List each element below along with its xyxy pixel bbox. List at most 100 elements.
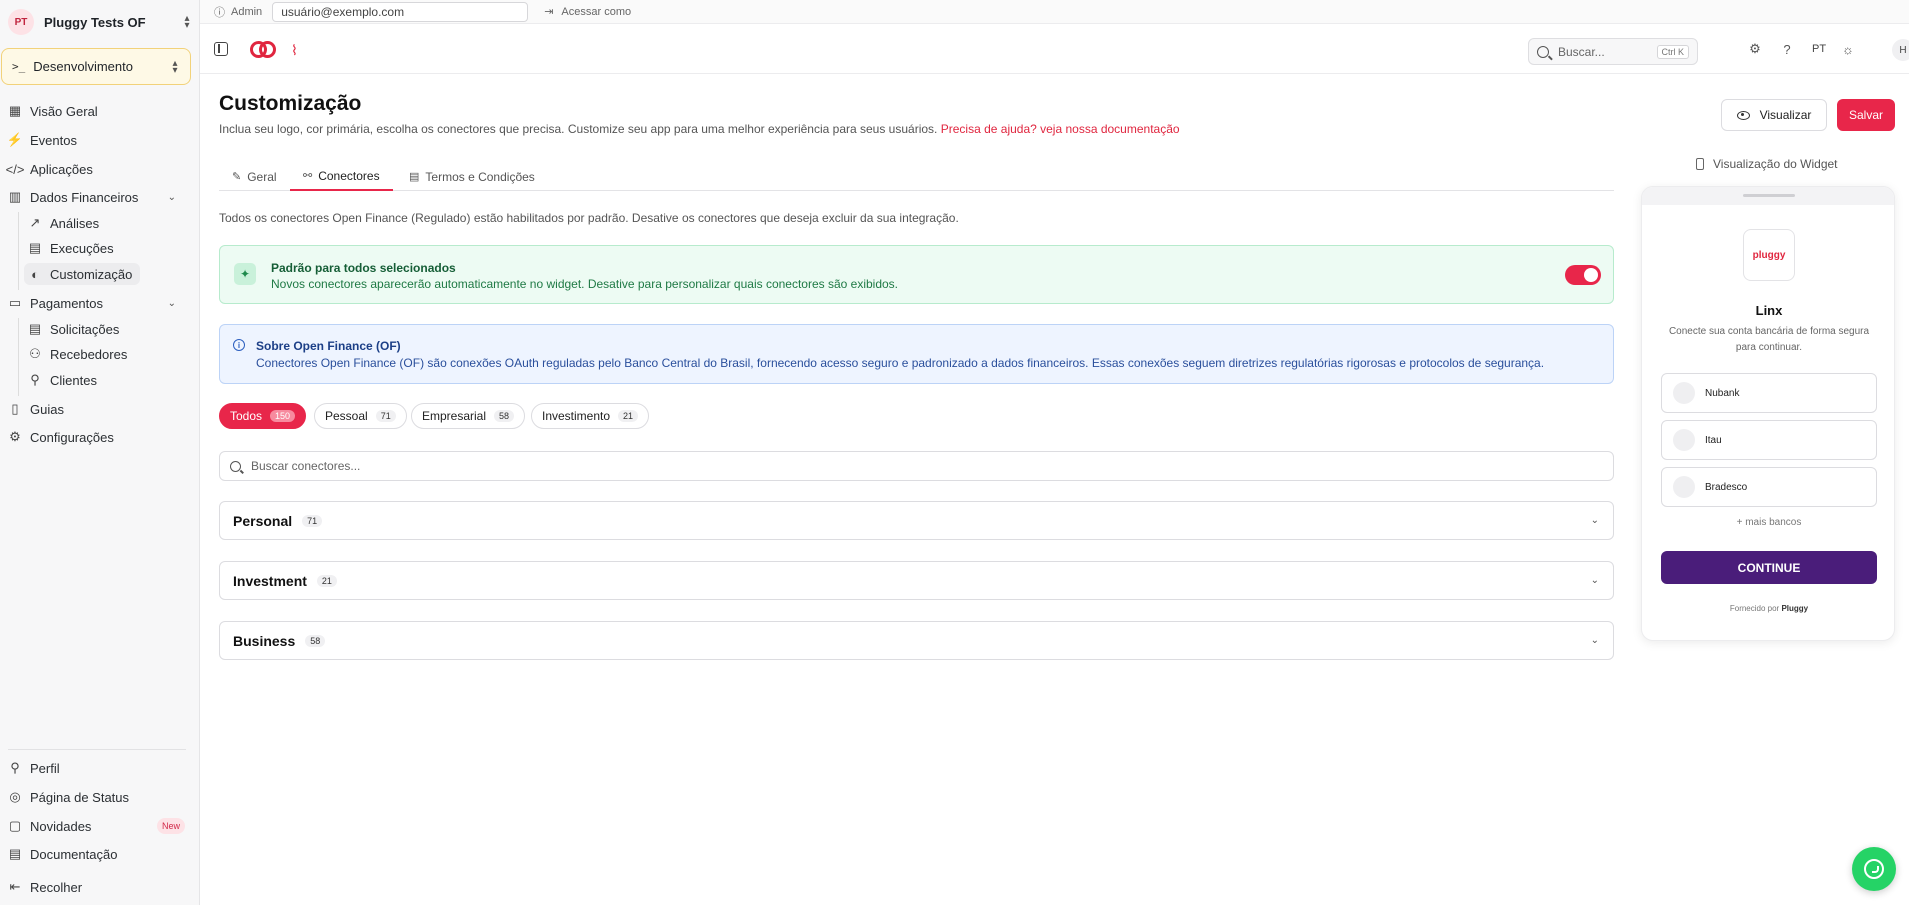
sidebar-item-visao-geral[interactable]: ▦ Visão Geral <box>8 100 98 122</box>
tab-geral[interactable]: ✎ Geral <box>232 162 277 191</box>
filter-label: Todos <box>230 409 263 423</box>
sun-icon[interactable]: ☼ <box>1841 42 1855 57</box>
filter-pessoal[interactable]: Pessoal 71 <box>314 403 407 429</box>
language-switcher[interactable]: PT <box>1812 43 1826 55</box>
open-finance-info-card: i Sobre Open Finance (OF) Conectores Ope… <box>219 324 1614 384</box>
sparkles-icon: ✦ <box>234 263 256 285</box>
widget-description: Conecte sua conta bancária de forma segu… <box>1668 326 1870 353</box>
widget-preview-label: Visualização do Widget <box>1696 157 1838 171</box>
search-shortcut: Ctrl K <box>1656 44 1689 59</box>
group-investment[interactable]: Investment 21 ⌄ <box>219 561 1614 600</box>
connectors-info: Todos os conectores Open Finance (Regula… <box>219 211 959 225</box>
sidebar-item-perfil[interactable]: ⚲ Perfil <box>8 757 60 779</box>
activity-icon[interactable]: ⌇ <box>291 42 298 59</box>
connector-search-input[interactable]: Buscar conectores... <box>219 451 1614 481</box>
sidebar-item-label: Clientes <box>50 372 97 388</box>
sidebar-item-analises[interactable]: ↗ Análises <box>28 212 100 234</box>
sidebar-item-label: Página de Status <box>30 789 130 805</box>
widget-logo: pluggy <box>1743 229 1795 281</box>
gear-icon[interactable]: ⚙ <box>1748 41 1762 56</box>
org-switcher[interactable]: PT Pluggy Tests OF ▴ ▾ <box>8 9 192 35</box>
search-icon <box>1537 45 1549 58</box>
group-personal[interactable]: Personal 71 ⌄ <box>219 501 1614 540</box>
group-title: Investment <box>233 572 307 589</box>
impersonate-label: Acessar como <box>561 5 632 18</box>
file-icon: ▤ <box>28 240 42 255</box>
sidebar-item-label: Novidades <box>30 818 92 834</box>
group-business[interactable]: Business 58 ⌄ <box>219 621 1614 660</box>
sidebar-item-aplicacoes[interactable]: </> Aplicações <box>5 158 93 180</box>
grid-icon: ▦ <box>8 103 22 118</box>
widget-preview: pluggy Linx Conecte sua conta bancária d… <box>1641 186 1895 641</box>
activity-icon: ⚡ <box>6 132 24 147</box>
sidebar-item-label: Eventos <box>30 132 77 148</box>
sidebar-item-recolher[interactable]: ⇤ Recolher <box>8 876 82 898</box>
search-icon <box>230 460 241 472</box>
sidebar-item-novidades[interactable]: ▢ Novidades <box>8 815 92 837</box>
impersonate-email-field[interactable]: usuário@exemplo.com <box>272 1 529 22</box>
bank-avatar <box>1673 476 1695 498</box>
continue-button[interactable]: CONTINUE <box>1661 551 1877 584</box>
filter-label: Pessoal <box>325 409 368 423</box>
submenu-line <box>18 212 19 290</box>
sidebar-item-dados-financeiros[interactable]: ▥ Dados Financeiros ⌄ <box>8 186 188 208</box>
login-icon: ⇥ <box>544 6 554 18</box>
chevrons-up-down-icon: ▴ ▾ <box>184 13 190 31</box>
more-banks-link[interactable]: + mais bancos <box>1642 517 1894 528</box>
save-button[interactable]: Salvar <box>1837 99 1895 131</box>
sidebar-item-label: Perfil <box>30 760 60 776</box>
sidebar-item-solicitacoes[interactable]: ▤ Solicitações <box>28 318 120 340</box>
globe-icon: ◎ <box>9 789 21 804</box>
tab-label: Termos e Condições <box>425 169 535 184</box>
sidebar-item-pagamentos[interactable]: ▭ Pagamentos ⌄ <box>8 292 188 314</box>
filter-investimento[interactable]: Investimento 21 <box>531 403 650 429</box>
sidebar-item-label: Pagamentos <box>30 295 103 311</box>
filter-empresarial[interactable]: Empresarial 58 <box>411 403 526 429</box>
sidebar-item-recebedores[interactable]: ⚇ Recebedores <box>28 343 127 365</box>
default-selection-toggle[interactable] <box>1565 265 1601 285</box>
widget-preview-title: Visualização do Widget <box>1713 157 1838 171</box>
bank-option[interactable]: Bradesco <box>1661 467 1877 507</box>
of-card-title: Sobre Open Finance (OF) <box>256 339 401 353</box>
environment-switcher[interactable]: >_ Desenvolvimento ▴ ▾ <box>1 48 191 85</box>
sidebar-item-configuracoes[interactable]: ⚙ Configurações <box>8 426 114 448</box>
palette-icon: ◐ <box>31 266 39 282</box>
user-avatar[interactable]: H <box>1892 39 1909 61</box>
bank-option[interactable]: Nubank <box>1661 373 1877 413</box>
bank-option[interactable]: Itau <box>1661 420 1877 460</box>
code-icon: </> <box>5 161 25 177</box>
trending-up-icon: ↗ <box>29 215 41 230</box>
collapse-icon: ⇤ <box>9 879 21 894</box>
preview-button[interactable]: Visualizar <box>1721 99 1827 131</box>
global-search[interactable]: Buscar... Ctrl K <box>1528 38 1698 65</box>
impersonate-button[interactable]: ⇥ Acessar como <box>544 5 632 19</box>
sidebar-item-eventos[interactable]: ⚡ Eventos <box>6 129 77 151</box>
divider <box>8 749 186 750</box>
drag-handle <box>1743 194 1795 197</box>
bar-chart-icon: ▥ <box>8 189 22 204</box>
filter-todos[interactable]: Todos 150 <box>219 403 307 429</box>
sidebar-item-status[interactable]: ◎ Página de Status <box>8 786 129 808</box>
tab-conectores[interactable]: ⚯ Conectores <box>290 162 393 191</box>
whatsapp-button[interactable] <box>1852 847 1896 891</box>
whatsapp-icon <box>1864 859 1884 879</box>
sidebar: PT Pluggy Tests OF ▴ ▾ >_ Desenvolvimento… <box>0 0 200 905</box>
tab-label: Geral <box>247 169 277 184</box>
admin-label: Admin <box>231 5 263 18</box>
sidebar-item-execucoes[interactable]: ▤ Execuções <box>28 237 114 259</box>
help-icon[interactable]: ? <box>1780 42 1794 57</box>
sidebar-item-label: Dados Financeiros <box>30 189 139 205</box>
sidebar-item-customizacao[interactable]: ◐ Customização <box>24 263 140 285</box>
tab-termos[interactable]: ▤ Termos e Condições <box>409 162 535 191</box>
bank-name: Bradesco <box>1705 481 1748 493</box>
receipt-icon: ▤ <box>28 321 42 336</box>
powered-brand: Pluggy <box>1781 604 1809 613</box>
sidebar-item-clientes[interactable]: ⚲ Clientes <box>28 369 97 391</box>
sidebar-item-documentacao[interactable]: ▤ Documentação <box>8 843 118 865</box>
help-docs-link[interactable]: Precisa de ajuda? veja nossa documentaçã… <box>941 122 1180 136</box>
sidebar-toggle-icon[interactable] <box>214 42 228 56</box>
file-text-icon: ▤ <box>8 846 22 861</box>
sidebar-item-guias[interactable]: ▯ Guias <box>8 398 64 420</box>
terminal-icon: >_ <box>12 60 26 73</box>
chevrons-up-down-icon: ▴ ▾ <box>172 57 178 76</box>
